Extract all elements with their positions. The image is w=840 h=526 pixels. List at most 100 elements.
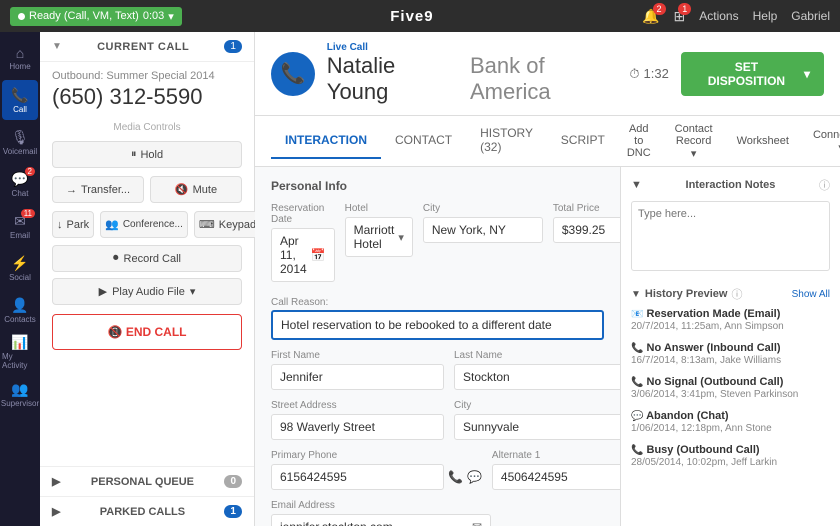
alt1-label: Alternate 1 xyxy=(492,450,620,461)
user-menu[interactable]: Gabriel xyxy=(791,9,830,23)
city-input[interactable] xyxy=(423,217,543,243)
home-icon: ⌂ xyxy=(16,45,24,61)
content-body: Personal Info Reservation Date Apr 11, 2… xyxy=(255,167,840,526)
hold-row: ⏸ Hold xyxy=(40,137,254,172)
show-all-button[interactable]: Show All xyxy=(792,289,830,300)
park-button[interactable]: ↓ Park xyxy=(52,211,94,238)
actions-menu[interactable]: Actions xyxy=(699,9,738,23)
city-group: City xyxy=(423,203,543,282)
contact-record-button[interactable]: Contact Record ▾ xyxy=(667,119,721,164)
sidebar-item-chat[interactable]: 2 💬 Chat xyxy=(2,164,38,204)
sidebar-item-home[interactable]: ⌂ Home xyxy=(2,38,38,78)
sidebar-footer: ▶ PERSONAL QUEUE 0 ▶ PARKED CALLS 1 xyxy=(40,466,254,526)
outbound-label: Outbound: Summer Special 2014 xyxy=(40,62,254,84)
row-reservation: Reservation Date Apr 11, 2014 📅 Hotel Ma… xyxy=(271,203,604,282)
reservation-date-value[interactable]: Apr 11, 2014 xyxy=(280,234,307,276)
contacts-label: Contacts xyxy=(4,315,36,324)
tab-interaction[interactable]: INTERACTION xyxy=(271,123,381,159)
phone-chat-icon[interactable]: 💬 xyxy=(467,470,482,484)
hotel-group: Hotel Marriott Hotel ▾ xyxy=(345,203,413,282)
parked-calls-section[interactable]: ▶ PARKED CALLS 1 xyxy=(40,496,254,526)
worksheet-button[interactable]: Worksheet xyxy=(729,131,797,151)
sidebar-item-contacts[interactable]: 👤 Contacts xyxy=(2,290,38,330)
tab-contact[interactable]: CONTACT xyxy=(381,123,466,159)
grid-badge: 1 xyxy=(678,3,691,15)
record-label: Record Call xyxy=(124,253,181,265)
reservation-date-group: Reservation Date Apr 11, 2014 📅 xyxy=(271,203,335,282)
personal-queue-section[interactable]: ▶ PERSONAL QUEUE 0 xyxy=(40,466,254,496)
email-badge: 11 xyxy=(21,209,35,218)
history-collapse-icon[interactable]: ▼ xyxy=(631,289,641,300)
chevron-icon: ▾ xyxy=(190,285,196,298)
tab-history[interactable]: HISTORY (32) xyxy=(466,116,547,166)
connectors-button[interactable]: Connectors ▾ xyxy=(805,125,840,158)
last-name-label: Last Name xyxy=(454,350,620,361)
help-menu[interactable]: Help xyxy=(753,9,778,23)
end-call-label: END CALL xyxy=(126,325,187,339)
add-to-dnc-button[interactable]: Add to DNC xyxy=(619,119,659,163)
email-history-icon: 📧 xyxy=(631,309,643,320)
history-item: 💬 Abandon (Chat) 1/06/2014, 12:18pm, Ann… xyxy=(631,410,830,434)
ready-status[interactable]: Ready (Call, VM, Text) 0:03 ▾ xyxy=(10,7,182,26)
grid-icon[interactable]: ⊞ 1 xyxy=(674,8,686,25)
total-price-input[interactable] xyxy=(553,217,620,243)
sidebar-item-voicemail[interactable]: 🎙 Voicemail xyxy=(2,122,38,162)
interaction-notes-textarea[interactable] xyxy=(631,201,830,271)
supervisor-icon: 👥 xyxy=(11,381,28,398)
play-audio-button[interactable]: ▶ Play Audio File ▾ xyxy=(52,278,242,305)
current-call-collapse[interactable]: ▼ xyxy=(52,41,62,52)
end-call-button[interactable]: 📵 END CALL xyxy=(52,314,242,350)
mute-button[interactable]: 🔇 Mute xyxy=(150,176,242,203)
parked-calls-label: PARKED CALLS xyxy=(100,506,185,518)
timer-value: 1:32 xyxy=(644,66,669,81)
transfer-icon: → xyxy=(66,184,77,196)
personal-info-title: Personal Info xyxy=(271,179,604,193)
first-name-input[interactable] xyxy=(271,364,444,390)
conference-button[interactable]: 👥 Conference... xyxy=(100,211,188,238)
panel-title-collapse[interactable]: ▼ xyxy=(631,179,642,191)
email-send-icon[interactable]: ✉ xyxy=(472,520,482,526)
park-conf-keypad-row: ↓ Park 👥 Conference... ⌨ Keypad xyxy=(40,207,254,242)
hotel-value[interactable]: Marriott Hotel xyxy=(354,223,395,251)
transfer-button[interactable]: → Transfer... xyxy=(52,176,144,203)
history-preview-title: History Preview xyxy=(645,288,728,300)
record-button[interactable]: ⏺ Record Call xyxy=(52,245,242,272)
sidebar-item-supervisor[interactable]: 👥 Supervisor xyxy=(2,374,38,414)
email-value[interactable]: jennifer.stockton.com xyxy=(280,520,468,526)
sidebar-item-activity[interactable]: 📊 My Activity xyxy=(2,332,38,372)
last-name-input[interactable] xyxy=(454,364,620,390)
left-nav: ⌂ Home 📞 Call 🎙 Voicemail 2 💬 Chat 11 ✉ … xyxy=(0,32,40,526)
last-name-group: Last Name xyxy=(454,350,620,390)
keypad-button[interactable]: ⌨ Keypad xyxy=(194,211,261,238)
sidebar-item-social[interactable]: ⚡ Social xyxy=(2,248,38,288)
calendar-icon[interactable]: 📅 xyxy=(311,248,326,262)
reservation-date-label: Reservation Date xyxy=(271,203,335,225)
sidebar-item-call[interactable]: 📞 Call xyxy=(2,80,38,120)
primary-phone-input[interactable] xyxy=(271,464,444,490)
row-address: Street Address City State ZIP Code xyxy=(271,400,604,440)
call-reason-input[interactable] xyxy=(271,310,604,340)
hold-icon: ⏸ xyxy=(131,148,137,161)
conference-label: Conference... xyxy=(123,219,183,230)
sidebar-item-email[interactable]: 11 ✉ Email xyxy=(2,206,38,246)
current-call-header: ▼ CURRENT CALL 1 xyxy=(40,32,254,62)
tab-script[interactable]: SCRIPT xyxy=(547,123,619,159)
city2-group: City xyxy=(454,400,620,440)
alt1-input[interactable] xyxy=(492,464,620,490)
main-content: 📞 Live Call Natalie Young Bank of Americ… xyxy=(255,32,840,526)
supervisor-label: Supervisor xyxy=(1,399,39,408)
set-disposition-button[interactable]: SET DISPOSITION ▾ xyxy=(681,52,824,96)
hotel-chevron[interactable]: ▾ xyxy=(398,231,404,244)
street-input[interactable] xyxy=(271,414,444,440)
media-controls-label: Media Controls xyxy=(40,118,254,137)
call-timer-top: 0:03 xyxy=(143,10,164,22)
notifications-icon[interactable]: 🔔 2 xyxy=(642,8,659,25)
history-preview-header: ▼ History Preview ⓘ Show All xyxy=(631,286,830,302)
tab-actions: Add to DNC Contact Record ▾ Worksheet Co… xyxy=(619,119,840,164)
city-label: City xyxy=(423,203,543,214)
phone-call-icon[interactable]: 📞 xyxy=(448,470,463,484)
city2-input[interactable] xyxy=(454,414,620,440)
chat-label: Chat xyxy=(12,189,29,198)
keypad-label: Keypad xyxy=(219,219,256,231)
hold-button[interactable]: ⏸ Hold xyxy=(52,141,242,168)
